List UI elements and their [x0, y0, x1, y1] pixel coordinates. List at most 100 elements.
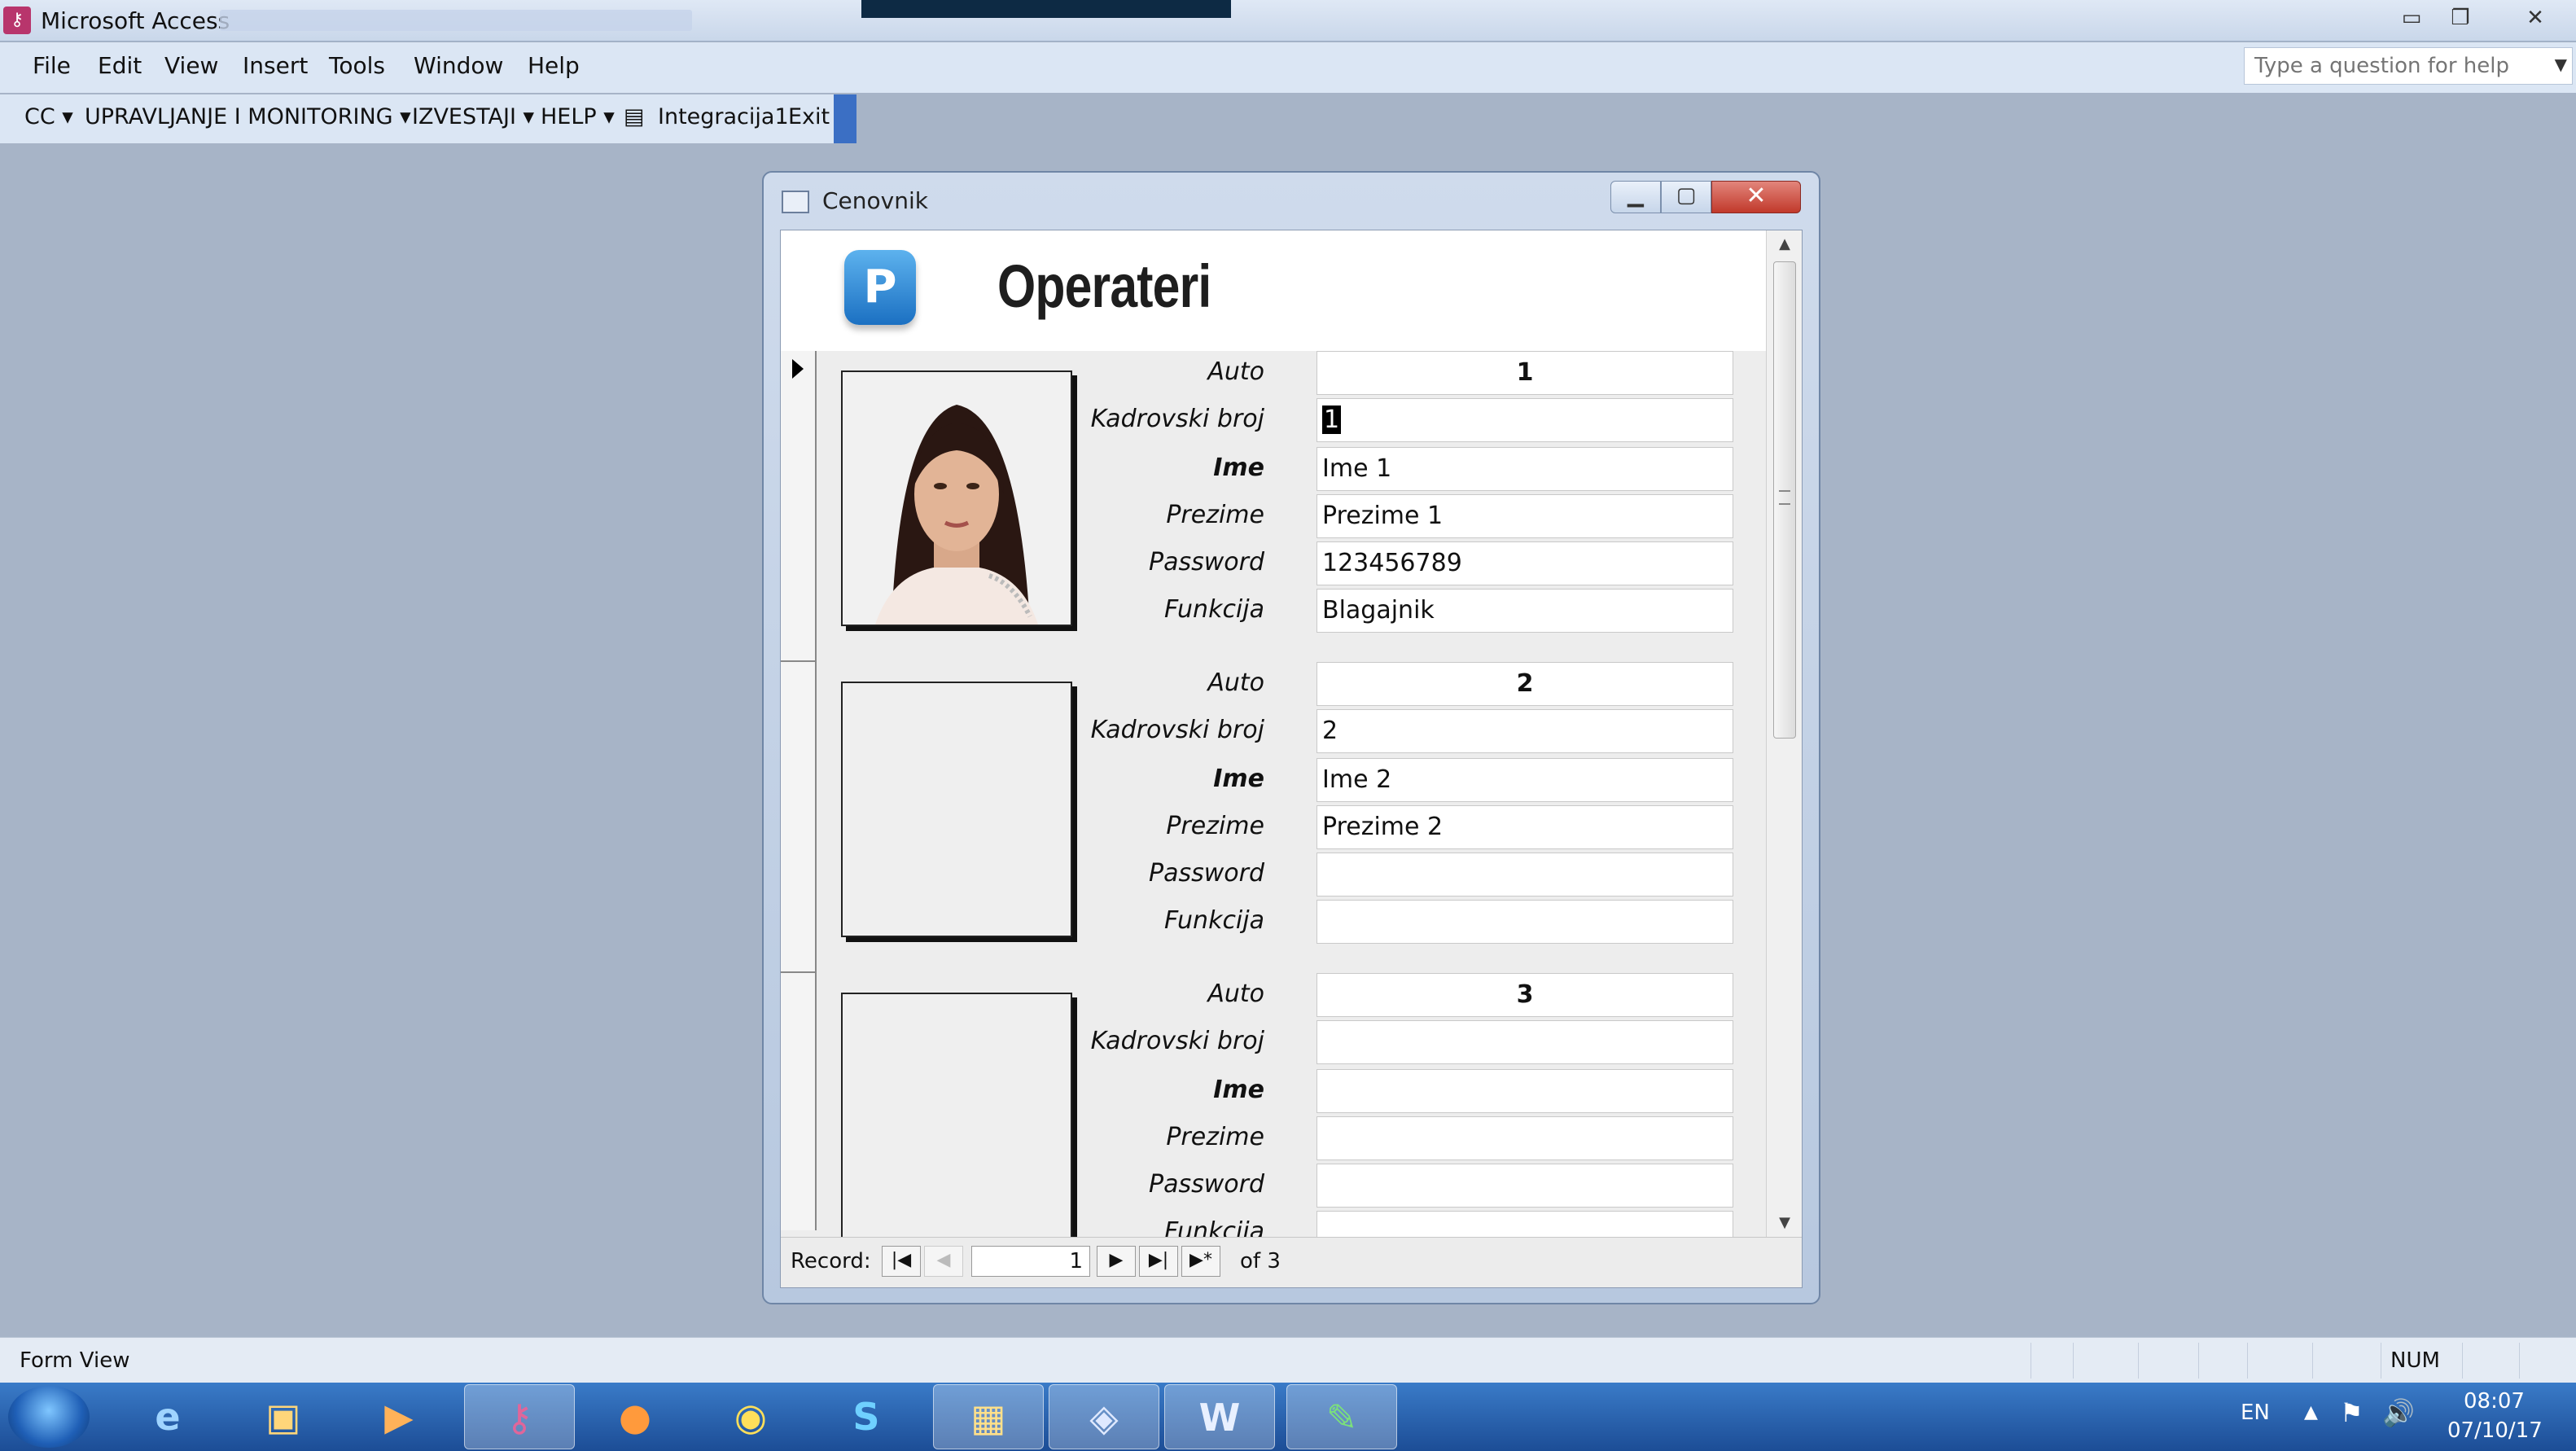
label-auto: Auto	[1207, 357, 1264, 386]
status-cell	[2462, 1343, 2463, 1379]
toolbar-help-menu[interactable]: HELP ▾	[541, 104, 615, 129]
field-auto[interactable]: 2	[1316, 662, 1733, 706]
field-kadrovski-broj[interactable]: 2	[1316, 709, 1733, 753]
p-logo-icon: P	[844, 250, 916, 325]
language-indicator[interactable]: EN	[2241, 1401, 2270, 1425]
clock-time[interactable]: 08:07	[2464, 1389, 2525, 1414]
app-minimize-button[interactable]: ▭	[2390, 3, 2433, 33]
explorer-icon[interactable]: ▦	[933, 1384, 1044, 1449]
status-cell	[2312, 1343, 2313, 1379]
action-center-flag-icon[interactable]: ⚑	[2340, 1397, 2364, 1428]
field-ime[interactable]: Ime 1	[1316, 447, 1733, 491]
field-password[interactable]: 123456789	[1316, 541, 1733, 585]
scroll-down-icon[interactable]: ▼	[1767, 1209, 1802, 1237]
title-dark-overlay	[861, 0, 1231, 18]
next-record-button[interactable]: ▶	[1097, 1246, 1136, 1277]
record-selector-column	[781, 351, 817, 1230]
label-ime: Ime	[1213, 454, 1264, 482]
app-close-button[interactable]: ✕	[2514, 3, 2556, 33]
record-divider	[781, 971, 817, 973]
operator-photo[interactable]	[841, 682, 1072, 937]
clock-date[interactable]: 07/10/17	[2447, 1418, 2543, 1443]
form-window-title: Cenovnik	[822, 187, 928, 214]
first-record-button[interactable]: |◀	[882, 1246, 921, 1277]
toolbar-upravljanje-label: UPRAVLJANJE I MONITORING	[85, 104, 393, 129]
nav-total: of 3	[1240, 1249, 1281, 1273]
start-button[interactable]	[8, 1386, 90, 1448]
form-close-button[interactable]: ✕	[1711, 181, 1801, 213]
toolbar-integracija-button[interactable]: Integracija1	[658, 104, 789, 129]
field-kadrovski-broj[interactable]: 1	[1316, 398, 1733, 442]
toolbar-upravljanje-menu[interactable]: UPRAVLJANJE I MONITORING ▾	[85, 104, 411, 129]
menu-file[interactable]: File	[33, 52, 71, 79]
menu-tools[interactable]: Tools	[329, 52, 385, 79]
status-text: Form View	[20, 1348, 130, 1373]
field-auto[interactable]: 3	[1316, 973, 1733, 1017]
volume-icon[interactable]: 🔊	[2382, 1397, 2415, 1428]
last-record-button[interactable]: ▶|	[1139, 1246, 1178, 1277]
portrait-image	[843, 372, 1071, 625]
taskbar: e ▣ ▶ ⚷ ● ◉ S ▦ ◈ W ✎ EN ▲ ⚑ 🔊 08:07 07/…	[0, 1383, 2576, 1451]
operator-photo[interactable]	[841, 370, 1072, 626]
toolbar-izvestaji-label: IZVESTAJI	[412, 104, 516, 129]
chevron-down-icon[interactable]: ▼	[2555, 55, 2567, 74]
status-cell	[2073, 1343, 2074, 1379]
menu-insert[interactable]: Insert	[243, 52, 308, 79]
menu-help[interactable]: Help	[528, 52, 580, 79]
form-window-icon	[782, 191, 809, 213]
form-minimize-button[interactable]: ▁	[1610, 181, 1661, 213]
app-restore-button[interactable]: ❐	[2439, 3, 2482, 33]
toolbar-options-button[interactable]	[834, 94, 856, 143]
current-record-input[interactable]: 1	[971, 1246, 1090, 1277]
field-kadrovski-broj[interactable]	[1316, 1020, 1733, 1064]
outlook-icon[interactable]: ▣	[228, 1384, 339, 1449]
toolbar-help-label: HELP	[541, 104, 597, 129]
menu-edit[interactable]: Edit	[98, 52, 142, 79]
field-password[interactable]	[1316, 1164, 1733, 1208]
scrollbar-thumb[interactable]	[1773, 261, 1796, 739]
toolbar-izvestaji-menu[interactable]: IZVESTAJI ▾	[412, 104, 534, 129]
help-search-input[interactable]	[2245, 48, 2533, 84]
help-search-box[interactable]: ▼	[2244, 47, 2573, 85]
field-prezime[interactable]: Prezime 1	[1316, 494, 1733, 538]
show-hidden-icons-icon[interactable]: ▲	[2304, 1402, 2318, 1423]
toolbar-cc-menu[interactable]: CC ▾	[24, 104, 73, 129]
chrome-icon[interactable]: ◉	[695, 1384, 806, 1449]
field-prezime[interactable]: Prezime 2	[1316, 805, 1733, 849]
scroll-up-icon[interactable]: ▲	[1767, 230, 1802, 258]
label-auto: Auto	[1207, 669, 1264, 697]
field-funkcija[interactable]: Blagajnik	[1316, 589, 1733, 633]
operator-photo[interactable]	[841, 993, 1072, 1248]
field-ime[interactable]: Ime 2	[1316, 758, 1733, 802]
project-icon[interactable]: ◈	[1049, 1384, 1159, 1449]
toolbar-exit-button[interactable]: Exit	[788, 104, 830, 129]
record-pointer-icon	[792, 359, 804, 379]
edit-app-icon[interactable]: ✎	[1286, 1384, 1397, 1449]
menu-window[interactable]: Window	[414, 52, 503, 79]
menu-view[interactable]: View	[164, 52, 218, 79]
media-player-icon[interactable]: ▶	[344, 1384, 454, 1449]
field-funkcija[interactable]	[1316, 900, 1733, 944]
field-ime[interactable]	[1316, 1069, 1733, 1113]
access-icon: ⚷	[3, 7, 31, 34]
status-bar: Form View NUM	[0, 1337, 2576, 1383]
status-cell	[2519, 1343, 2520, 1379]
access-icon[interactable]: ⚷	[464, 1384, 575, 1449]
label-kadrovski-broj: Kadrovski broj	[1090, 1027, 1264, 1055]
new-record-button[interactable]: ▶*	[1181, 1246, 1220, 1277]
status-cell	[2138, 1343, 2139, 1379]
word-icon[interactable]: W	[1164, 1384, 1275, 1449]
firefox-icon[interactable]: ●	[580, 1384, 690, 1449]
internet-explorer-icon[interactable]: e	[112, 1384, 223, 1449]
label-prezime: Prezime	[1166, 1123, 1264, 1151]
previous-record-button[interactable]: ◀	[924, 1246, 963, 1277]
vertical-scrollbar[interactable]: ▲ ▼	[1766, 230, 1802, 1237]
form-maximize-button[interactable]: ▢	[1661, 181, 1711, 213]
field-prezime[interactable]	[1316, 1116, 1733, 1160]
nav-record-label: Record:	[791, 1249, 871, 1273]
skype-icon[interactable]: S	[811, 1384, 922, 1449]
record-divider	[781, 660, 817, 662]
form-client-area: P Operateri Auto 1 Kadrovski broj 1 Ime …	[780, 230, 1803, 1288]
field-auto[interactable]: 1	[1316, 351, 1733, 395]
field-password[interactable]	[1316, 853, 1733, 896]
